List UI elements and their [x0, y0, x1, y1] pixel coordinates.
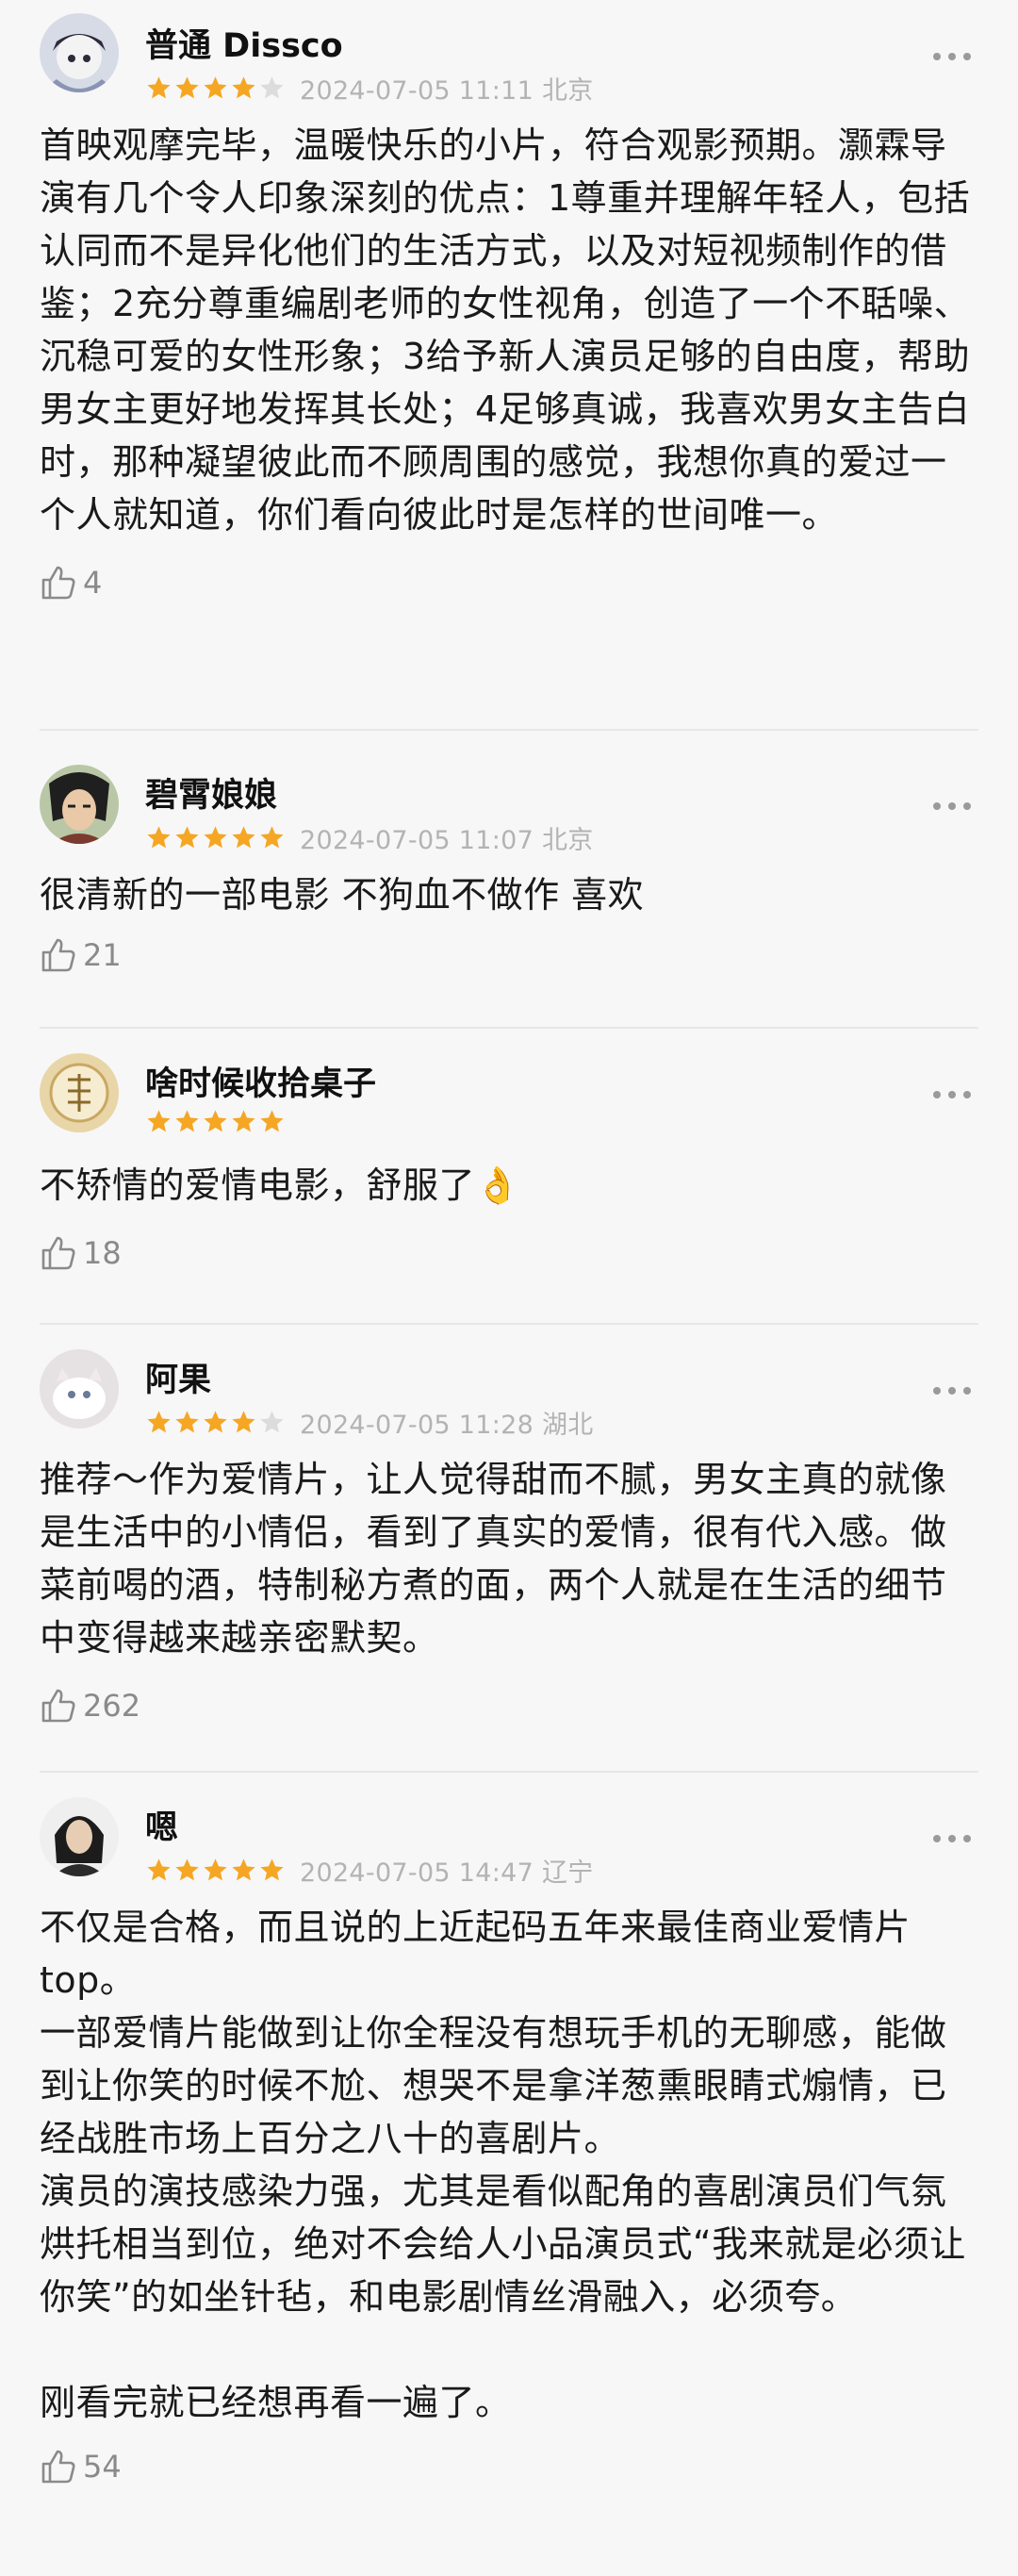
thumbs-up-icon [41, 2450, 75, 2484]
review-card: 嗯 2024-07-05 14:47 辽宁 不仅是合格，而且说的上近起码五年来最… [0, 1773, 1018, 2576]
star-icon [204, 1411, 227, 1433]
user-avatar[interactable] [40, 1349, 119, 1428]
more-dots-icon[interactable] [933, 1385, 971, 1396]
user-avatar[interactable] [40, 1797, 119, 1876]
like-count: 18 [83, 1235, 122, 1271]
review-time-location: 2024-07-05 14:47 辽宁 [300, 1858, 594, 1888]
user-avatar[interactable] [40, 13, 119, 92]
like-count: 262 [83, 1688, 141, 1724]
review-text: 不仅是合格，而且说的上近起码五年来最佳商业爱情片top。 一部爱情片能做到让你全… [40, 1907, 966, 2423]
review-time-location: 2024-07-05 11:28 湖北 [300, 1411, 594, 1440]
like-button[interactable]: 262 [40, 1677, 978, 1734]
star-icon [147, 826, 171, 849]
like-button[interactable]: 18 [40, 1225, 978, 1281]
thumbs-up-icon [41, 566, 75, 600]
more-dots-icon[interactable] [933, 801, 971, 812]
review-card: 普通 Dissco 2024-07-05 11:11 北京 首映观摩完毕，温暖快… [0, 0, 1018, 731]
thumbs-up-icon [41, 938, 75, 972]
star-icon [232, 76, 255, 99]
more-dots-icon[interactable] [933, 1089, 971, 1100]
user-name[interactable]: 嗯 [145, 1801, 178, 1849]
star-icon [232, 1858, 255, 1881]
review-header: 普通 Dissco 2024-07-05 11:11 北京 [40, 0, 978, 106]
thumbs-up-icon [41, 1689, 75, 1723]
user-name[interactable]: 碧霄娘娘 [145, 768, 277, 817]
review-time-location: 2024-07-05 11:07 北京 [300, 826, 594, 855]
like-count: 54 [83, 2449, 122, 2485]
review-card: 碧霄娘娘 2024-07-05 11:07 北京 很清新的一部电影 不狗血不做作… [0, 731, 1018, 1029]
user-avatar[interactable] [40, 765, 119, 844]
review-header: 阿果 2024-07-05 11:28 湖北 [40, 1325, 978, 1440]
user-name[interactable]: 普通 Dissco [145, 19, 343, 67]
review-time-location: 2024-07-05 11:11 北京 [300, 76, 594, 106]
star-icon [204, 76, 227, 99]
star-icon [175, 76, 199, 99]
like-count: 4 [83, 565, 103, 601]
review-header: 嗯 2024-07-05 14:47 辽宁 [40, 1773, 978, 1888]
star-icon [147, 1110, 171, 1132]
star-icon [260, 1110, 284, 1132]
review-meta: 2024-07-05 14:47 辽宁 [145, 1852, 594, 1889]
more-dots-icon[interactable] [933, 1833, 971, 1844]
star-icon [175, 826, 199, 849]
star-icon [147, 1858, 171, 1881]
star-icon [232, 826, 255, 849]
star-icon [175, 1858, 199, 1881]
star-icon [232, 1110, 255, 1132]
rating-stars [145, 74, 287, 102]
review-meta: 2024-07-05 11:28 湖北 [145, 1404, 594, 1441]
star-icon [204, 826, 227, 849]
review-feed: 普通 Dissco 2024-07-05 11:11 北京 首映观摩完毕，温暖快… [0, 0, 1018, 2576]
rating-stars [145, 1409, 287, 1436]
review-meta: 2024-07-05 11:07 北京 [145, 819, 594, 856]
review-card: 啥时候收拾桌子 不矫情的爱情电影，舒服了👌 18 [0, 1029, 1018, 1325]
star-icon [260, 826, 284, 849]
star-icon [232, 1411, 255, 1433]
like-button[interactable]: 21 [40, 927, 978, 983]
review-header: 啥时候收拾桌子 [40, 1029, 978, 1134]
star-icon [260, 76, 284, 99]
star-icon [260, 1858, 284, 1881]
star-icon [260, 1411, 284, 1433]
user-name[interactable]: 阿果 [145, 1353, 211, 1401]
star-icon [204, 1110, 227, 1132]
like-button[interactable]: 54 [40, 2438, 978, 2495]
user-name[interactable]: 啥时候收拾桌子 [145, 1057, 376, 1105]
star-icon [147, 76, 171, 99]
rating-stars [145, 1857, 287, 1884]
review-text: 推荐～作为爱情片，让人觉得甜而不腻，男女主真的就像是生活中的小情侣，看到了真实的… [40, 1459, 947, 1659]
review-meta: 2024-07-05 11:11 北京 [145, 70, 594, 107]
review-text: 首映观摩完毕，温暖快乐的小片，符合观影预期。灏霖导演有几个令人印象深刻的优点：1… [40, 124, 971, 536]
review-card: 阿果 2024-07-05 11:28 湖北 推荐～作为爱情片，让人觉得甜而不腻… [0, 1325, 1018, 1773]
more-dots-icon[interactable] [933, 51, 971, 62]
thumbs-up-icon [41, 1236, 75, 1270]
rating-stars [145, 1108, 287, 1135]
star-icon [175, 1110, 199, 1132]
star-icon [147, 1411, 171, 1433]
user-avatar[interactable] [40, 1053, 119, 1132]
star-icon [204, 1858, 227, 1881]
review-meta [145, 1108, 287, 1135]
rating-stars [145, 824, 287, 851]
like-button[interactable]: 4 [40, 554, 978, 611]
review-text: 不矫情的爱情电影，舒服了👌 [40, 1164, 520, 1206]
like-count: 21 [83, 937, 122, 973]
review-header: 碧霄娘娘 2024-07-05 11:07 北京 [40, 731, 978, 855]
star-icon [175, 1411, 199, 1433]
review-text: 很清新的一部电影 不狗血不做作 喜欢 [40, 874, 645, 916]
